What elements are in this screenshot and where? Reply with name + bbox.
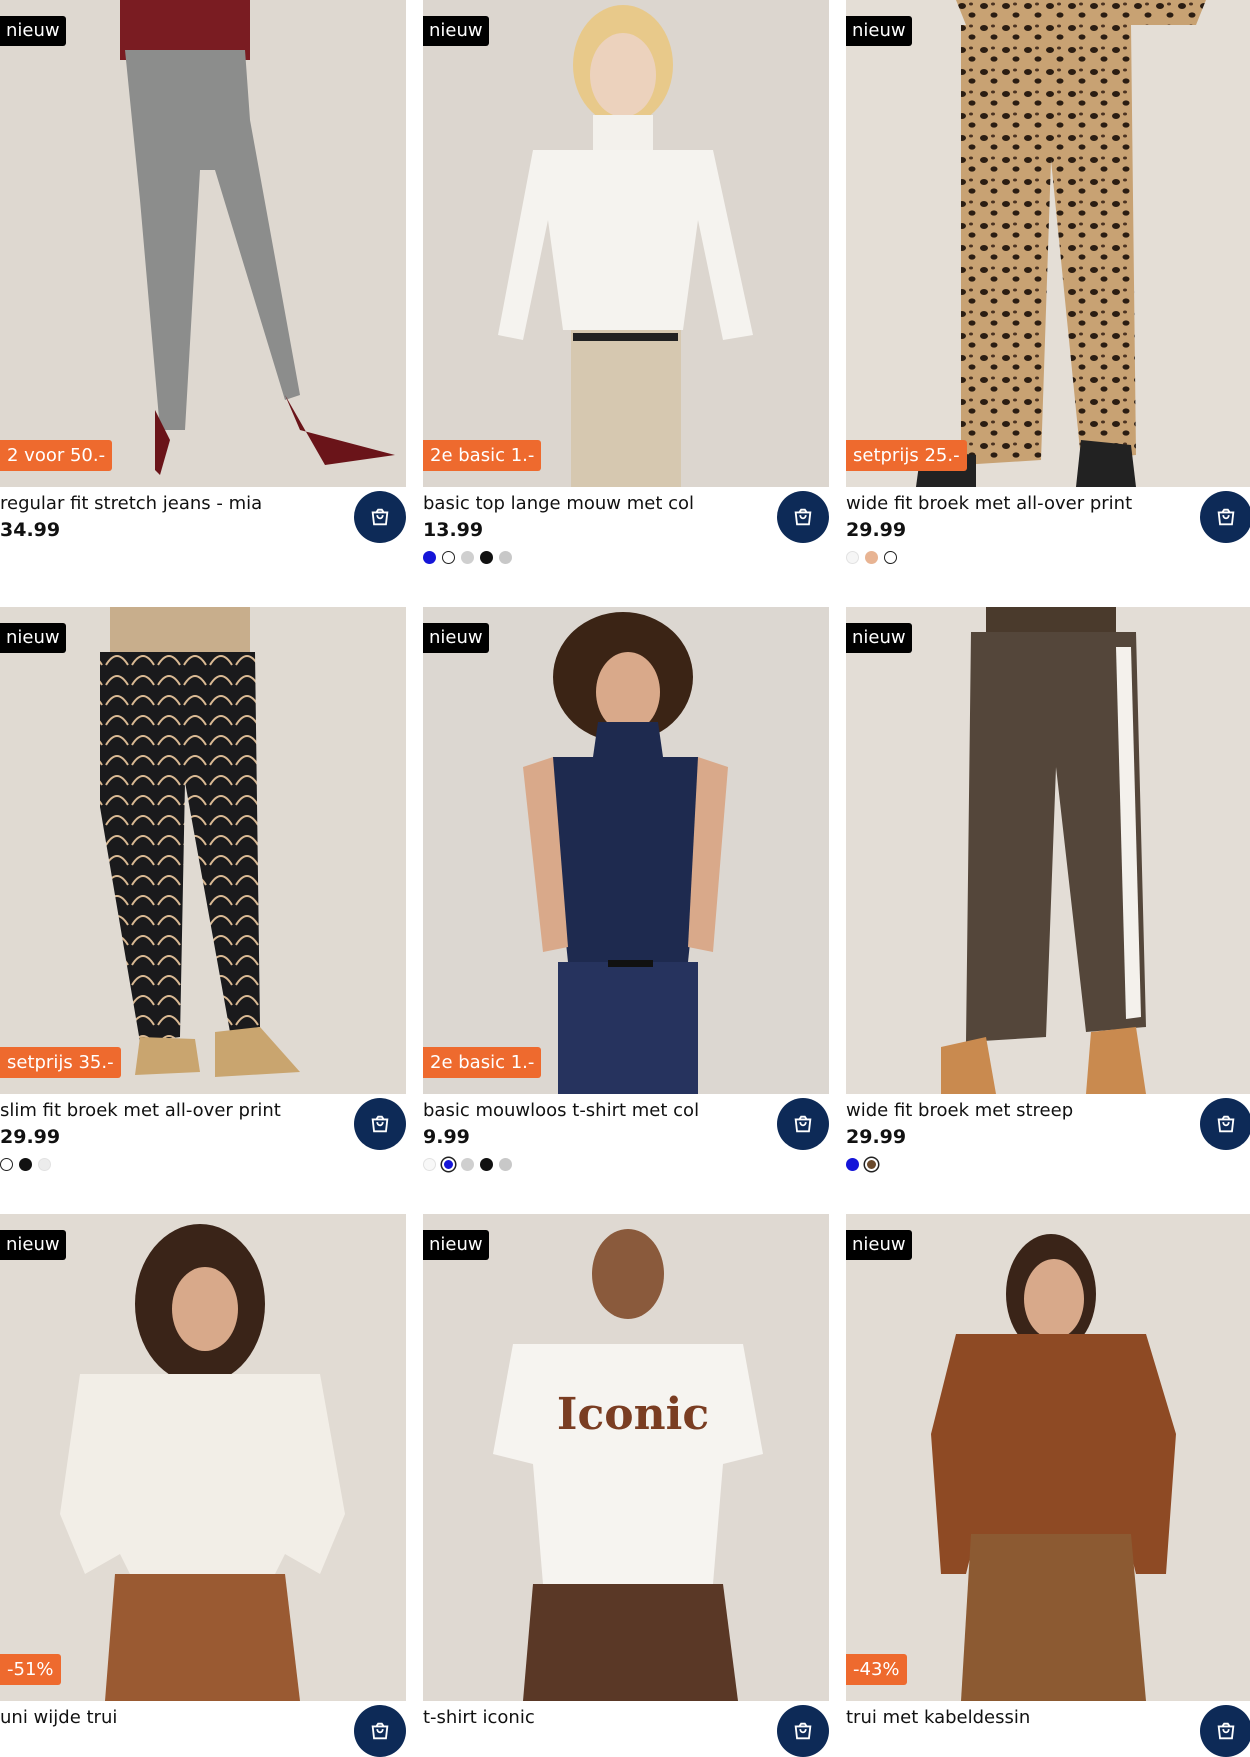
add-to-cart-button[interactable] <box>1200 1098 1250 1150</box>
product-photo[interactable]: nieuw setprijs 25.- <box>846 0 1250 487</box>
promo-badge: 2e basic 1.- <box>423 440 542 471</box>
color-swatches <box>846 551 897 564</box>
new-badge: nieuw <box>0 16 66 46</box>
new-badge: nieuw <box>846 16 912 46</box>
product-name[interactable]: basic top lange mouw met col <box>423 493 694 514</box>
product-card[interactable]: nieuw wide fit broek met streep 29.99 <box>846 607 1250 1207</box>
product-name[interactable]: slim fit broek met all-over print <box>0 1100 281 1121</box>
color-swatch[interactable] <box>38 1158 51 1171</box>
color-swatch[interactable] <box>423 1158 436 1171</box>
product-name[interactable]: basic mouwloos t-shirt met col <box>423 1100 699 1121</box>
add-to-cart-button[interactable] <box>777 1705 829 1757</box>
product-price: 29.99 <box>0 1126 61 1148</box>
add-to-cart-button[interactable] <box>354 1098 406 1150</box>
product-price: 34.99 <box>0 519 61 541</box>
promo-badge: -51% <box>0 1654 61 1685</box>
color-swatch[interactable] <box>499 551 512 564</box>
shopping-bag-icon <box>794 1722 812 1740</box>
product-photo[interactable]: nieuw 2 voor 50.- <box>0 0 406 487</box>
product-card[interactable]: nieuw 2 voor 50.- regular fit stretch je… <box>0 0 406 600</box>
color-swatch[interactable] <box>884 551 897 564</box>
product-card[interactable]: nieuw setprijs 35.- slim fit broek met a… <box>0 607 406 1207</box>
add-to-cart-button[interactable] <box>1200 491 1250 543</box>
product-name[interactable]: wide fit broek met streep <box>846 1100 1073 1121</box>
product-card[interactable]: nieuw -51% uni wijde trui <box>0 1214 406 1757</box>
color-swatch[interactable] <box>461 1158 474 1171</box>
product-name[interactable]: t-shirt iconic <box>423 1707 535 1728</box>
shopping-bag-icon <box>1217 508 1235 526</box>
new-badge: nieuw <box>423 1230 489 1260</box>
color-swatches <box>423 1158 512 1171</box>
product-photo[interactable]: nieuw <box>846 607 1250 1094</box>
promo-badge: setprijs 25.- <box>846 440 967 471</box>
color-swatch[interactable] <box>865 551 878 564</box>
shopping-bag-icon <box>1217 1115 1235 1133</box>
product-price: 9.99 <box>423 1126 470 1148</box>
product-card[interactable]: Iconic nieuw t-shirt iconic <box>423 1214 829 1757</box>
shopping-bag-icon <box>1217 1722 1235 1740</box>
product-grid: nieuw 2 voor 50.- regular fit stretch je… <box>0 0 1250 1757</box>
add-to-cart-button[interactable] <box>1200 1705 1250 1757</box>
product-price: 29.99 <box>846 1126 907 1148</box>
product-card[interactable]: nieuw 2e basic 1.- basic mouwloos t-shir… <box>423 607 829 1207</box>
shopping-bag-icon <box>371 1722 389 1740</box>
add-to-cart-button[interactable] <box>354 1705 406 1757</box>
promo-badge: 2 voor 50.- <box>0 440 113 471</box>
color-swatch[interactable] <box>865 1158 878 1171</box>
product-price: 29.99 <box>846 519 907 541</box>
color-swatch[interactable] <box>499 1158 512 1171</box>
new-badge: nieuw <box>423 16 489 46</box>
product-photo[interactable]: nieuw 2e basic 1.- <box>423 607 829 1094</box>
promo-badge: -43% <box>846 1654 907 1685</box>
product-photo[interactable]: nieuw -43% <box>846 1214 1250 1701</box>
shopping-bag-icon <box>371 508 389 526</box>
new-badge: nieuw <box>0 623 66 653</box>
product-name[interactable]: trui met kabeldessin <box>846 1707 1030 1728</box>
promo-badge: 2e basic 1.- <box>423 1047 542 1078</box>
shopping-bag-icon <box>794 1115 812 1133</box>
product-price: 13.99 <box>423 519 484 541</box>
product-photo[interactable]: Iconic nieuw <box>423 1214 829 1701</box>
color-swatch[interactable] <box>846 551 859 564</box>
new-badge: nieuw <box>0 1230 66 1260</box>
new-badge: nieuw <box>846 1230 912 1260</box>
iconic-print: Iconic <box>557 1389 709 1440</box>
color-swatch[interactable] <box>461 551 474 564</box>
color-swatches <box>846 1158 878 1171</box>
color-swatch[interactable] <box>846 1158 859 1171</box>
add-to-cart-button[interactable] <box>354 491 406 543</box>
shopping-bag-icon <box>794 508 812 526</box>
promo-badge: setprijs 35.- <box>0 1047 121 1078</box>
product-card[interactable]: nieuw 2e basic 1.- basic top lange mouw … <box>423 0 829 600</box>
shopping-bag-icon <box>371 1115 389 1133</box>
color-swatch[interactable] <box>442 551 455 564</box>
add-to-cart-button[interactable] <box>777 491 829 543</box>
color-swatches <box>0 1158 51 1171</box>
product-name[interactable]: wide fit broek met all-over print <box>846 493 1132 514</box>
color-swatch[interactable] <box>442 1158 455 1171</box>
color-swatch[interactable] <box>423 551 436 564</box>
color-swatch[interactable] <box>0 1158 13 1171</box>
add-to-cart-button[interactable] <box>777 1098 829 1150</box>
new-badge: nieuw <box>846 623 912 653</box>
product-name[interactable]: uni wijde trui <box>0 1707 117 1728</box>
color-swatch[interactable] <box>480 551 493 564</box>
color-swatch[interactable] <box>19 1158 32 1171</box>
product-card[interactable]: nieuw setprijs 25.- wide fit broek met a… <box>846 0 1250 600</box>
new-badge: nieuw <box>423 623 489 653</box>
color-swatches <box>423 551 512 564</box>
product-photo[interactable]: nieuw -51% <box>0 1214 406 1701</box>
product-name[interactable]: regular fit stretch jeans - mia <box>0 493 262 514</box>
color-swatch[interactable] <box>480 1158 493 1171</box>
product-photo[interactable]: nieuw setprijs 35.- <box>0 607 406 1094</box>
product-card[interactable]: nieuw -43% trui met kabeldessin <box>846 1214 1250 1757</box>
product-photo[interactable]: nieuw 2e basic 1.- <box>423 0 829 487</box>
